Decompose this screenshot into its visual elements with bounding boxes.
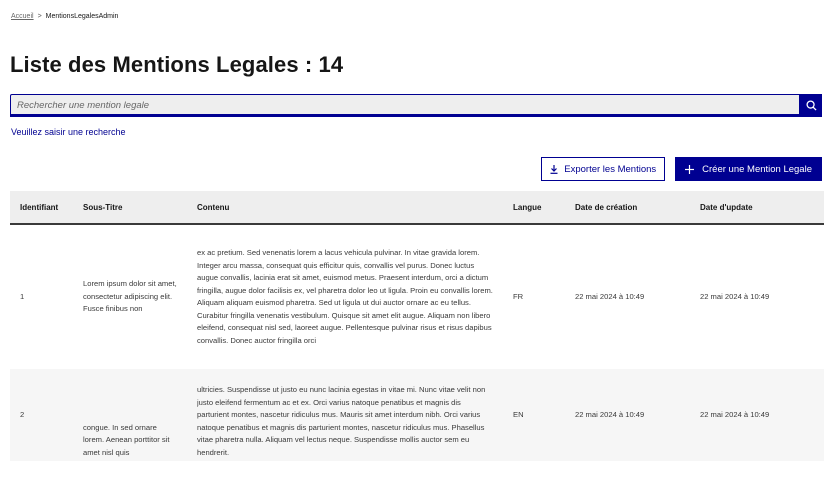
table-header-row: Identifiant Sous-Titre Contenu Langue Da… — [10, 191, 824, 224]
breadcrumb-separator: > — [37, 13, 42, 20]
plus-icon — [685, 164, 695, 174]
cell-updated: 22 mai 2024 à 10:49 — [700, 291, 770, 301]
table-row[interactable]: 2 congue. In sed ornare lorem. Aenean po… — [10, 369, 824, 461]
export-button[interactable]: Exporter les Mentions — [541, 157, 666, 181]
create-button[interactable]: Créer une Mention Legale — [675, 157, 822, 181]
search-button[interactable] — [800, 94, 822, 117]
column-header-lang[interactable]: Langue — [503, 191, 565, 224]
download-icon — [550, 164, 558, 174]
column-header-subtitle[interactable]: Sous-Titre — [73, 191, 187, 224]
cell-content: ultricies. Suspendisse ut justo eu nunc … — [187, 369, 503, 461]
cell-created: 22 mai 2024 à 10:49 — [575, 409, 645, 419]
search-icon — [805, 100, 817, 111]
breadcrumb-home-link[interactable]: Accueil — [11, 13, 34, 20]
table-row[interactable]: 1 Lorem ipsum dolor sit amet, consectetu… — [10, 224, 824, 369]
cell-lang: FR — [513, 291, 524, 301]
cell-created: 22 mai 2024 à 10:49 — [575, 291, 645, 301]
breadcrumb-current: MentionsLegalesAdmin — [45, 13, 119, 20]
cell-content: ex ac pretium. Sed venenatis lorem a lac… — [197, 248, 493, 345]
breadcrumb: Accueil > MentionsLegalesAdmin — [11, 13, 118, 20]
cell-subtitle: Lorem ipsum dolor sit amet, consectetur … — [83, 279, 177, 314]
actions-bar: Exporter les Mentions Créer une Mention … — [541, 157, 822, 181]
column-header-updated[interactable]: Date d'update — [690, 191, 824, 224]
mentions-table: Identifiant Sous-Titre Contenu Langue Da… — [10, 191, 824, 461]
search-input[interactable] — [10, 94, 800, 117]
cell-content-text: ultricies. Suspendisse ut justo eu nunc … — [197, 385, 486, 457]
search-hint: Veuillez saisir une recherche — [11, 127, 126, 137]
cell-updated: 22 mai 2024 à 10:49 — [700, 409, 770, 419]
column-header-content[interactable]: Contenu — [187, 191, 503, 224]
export-button-label: Exporter les Mentions — [564, 163, 657, 175]
cell-subtitle: congue. In sed ornare lorem. Aenean port… — [73, 369, 187, 461]
search-bar — [10, 94, 822, 117]
column-header-created[interactable]: Date de création — [565, 191, 690, 224]
cell-id: 1 — [20, 291, 25, 301]
column-header-id[interactable]: Identifiant — [10, 191, 73, 224]
cell-subtitle-text: congue. In sed ornare lorem. Aenean port… — [83, 422, 170, 457]
create-button-label: Créer une Mention Legale — [702, 163, 812, 175]
page-title: Liste des Mentions Legales : 14 — [10, 52, 344, 77]
cell-lang: EN — [513, 409, 524, 419]
cell-id: 2 — [20, 409, 25, 419]
